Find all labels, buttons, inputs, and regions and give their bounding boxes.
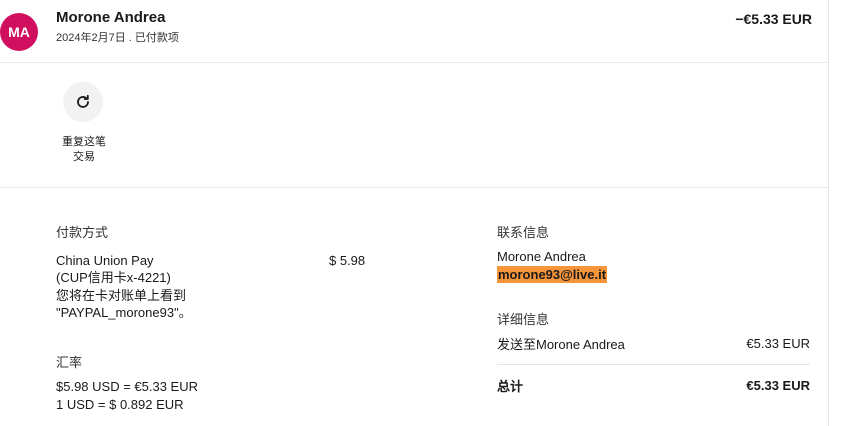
transaction-date-status: 2024年2月7日 . 已付款项 <box>56 32 179 44</box>
total-label: 总计 <box>497 379 524 394</box>
transaction-details-panel: MA Morone Andrea 2024年2月7日 . 已付款项 −€5.33… <box>0 0 828 426</box>
repeat-label-line2: 交易 <box>73 151 95 163</box>
panel-right-border <box>828 0 829 426</box>
statement-name: "PAYPAL_morone93"。 <box>56 305 192 320</box>
refresh-icon <box>77 94 89 108</box>
repeat-transaction-button[interactable] <box>63 82 103 122</box>
contact-info-title: 联系信息 <box>497 225 550 240</box>
payment-card: (CUP信用卡x-4221) <box>56 270 171 285</box>
sent-to-amount: €5.33 EUR <box>746 336 810 351</box>
exchange-rate-title: 汇率 <box>56 355 83 370</box>
payment-method-title: 付款方式 <box>56 225 109 240</box>
transaction-amount: −€5.33 EUR <box>735 11 812 27</box>
sent-to-label: 发送至Morone Andrea <box>497 337 625 352</box>
repeat-label-line1: 重复这笔 <box>62 136 106 148</box>
merchant-name: Morone Andrea <box>56 9 166 26</box>
payment-amount: $ 5.98 <box>329 253 366 268</box>
avatar: MA <box>0 13 38 51</box>
details-divider <box>497 364 810 365</box>
exchange-rate-line1: $5.98 USD = €5.33 EUR <box>56 379 198 394</box>
exchange-rate-line2: 1 USD = $ 0.892 EUR <box>56 397 184 412</box>
contact-email[interactable]: morone93@live.it <box>497 266 608 283</box>
statement-note: 您将在卡对账单上看到 <box>56 288 187 303</box>
contact-name: Morone Andrea <box>497 249 586 264</box>
transaction-header: MA Morone Andrea 2024年2月7日 . 已付款项 −€5.33… <box>0 0 828 63</box>
actions-section: 重复这笔 交易 <box>0 63 828 188</box>
details-title: 详细信息 <box>497 312 550 327</box>
repeat-transaction-label[interactable]: 重复这笔 交易 <box>56 135 112 165</box>
payment-method-name: China Union Pay <box>56 253 154 268</box>
total-amount: €5.33 EUR <box>746 378 810 393</box>
